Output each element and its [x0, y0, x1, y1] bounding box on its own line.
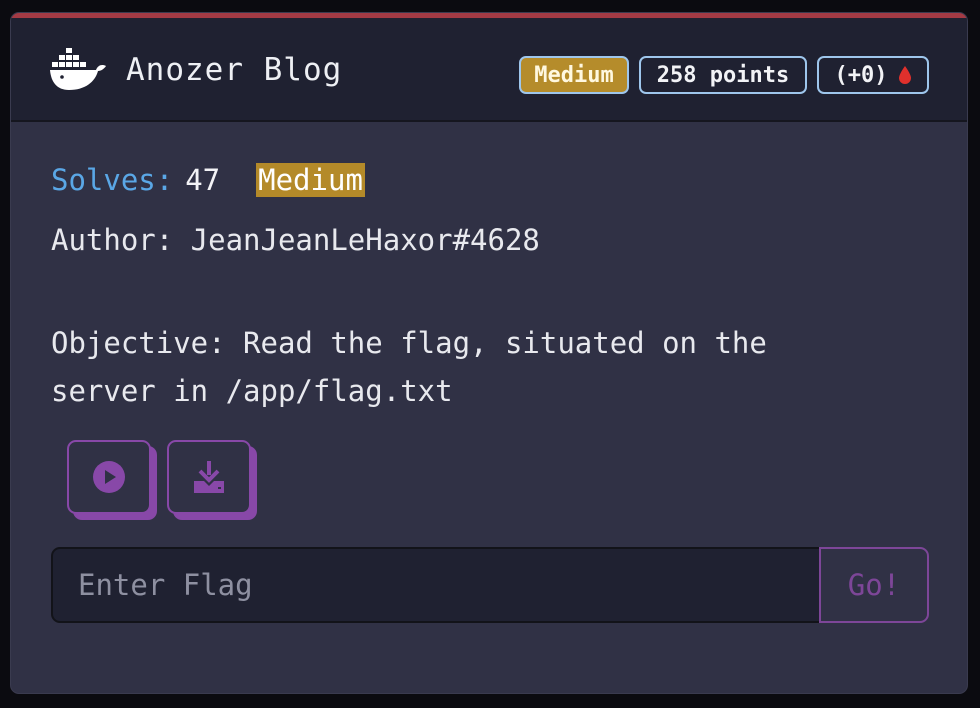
- solves-count: 47: [185, 163, 221, 197]
- submit-flag-button[interactable]: Go!: [819, 547, 929, 623]
- flag-input[interactable]: [51, 547, 821, 623]
- challenge-title: Anozer Blog: [126, 52, 343, 88]
- objective-text: Objective: Read the flag, situated on th…: [51, 326, 767, 408]
- author-line: Author: JeanJeanLeHaxor#4628: [51, 223, 540, 257]
- flag-form: Go!: [51, 547, 929, 623]
- play-icon: [93, 461, 125, 493]
- delta-text: (+0): [834, 62, 888, 88]
- solves-line: Solves: 47 Medium: [51, 163, 365, 197]
- first-blood-badge: (+0): [817, 56, 929, 94]
- download-button[interactable]: [167, 440, 251, 514]
- start-instance-button[interactable]: [67, 440, 151, 514]
- challenge-header: Anozer Blog Medium 258 points (+0): [11, 18, 967, 122]
- challenge-card: Anozer Blog Medium 258 points (+0) Solve…: [10, 12, 968, 694]
- solves-label: Solves:: [51, 163, 174, 197]
- blood-drop-icon: [899, 66, 912, 84]
- difficulty-badge: Medium: [519, 56, 629, 94]
- points-badge: 258 points: [639, 56, 807, 94]
- docker-whale-icon: [50, 48, 106, 90]
- download-icon: [194, 461, 224, 493]
- difficulty-tag: Medium: [256, 163, 365, 197]
